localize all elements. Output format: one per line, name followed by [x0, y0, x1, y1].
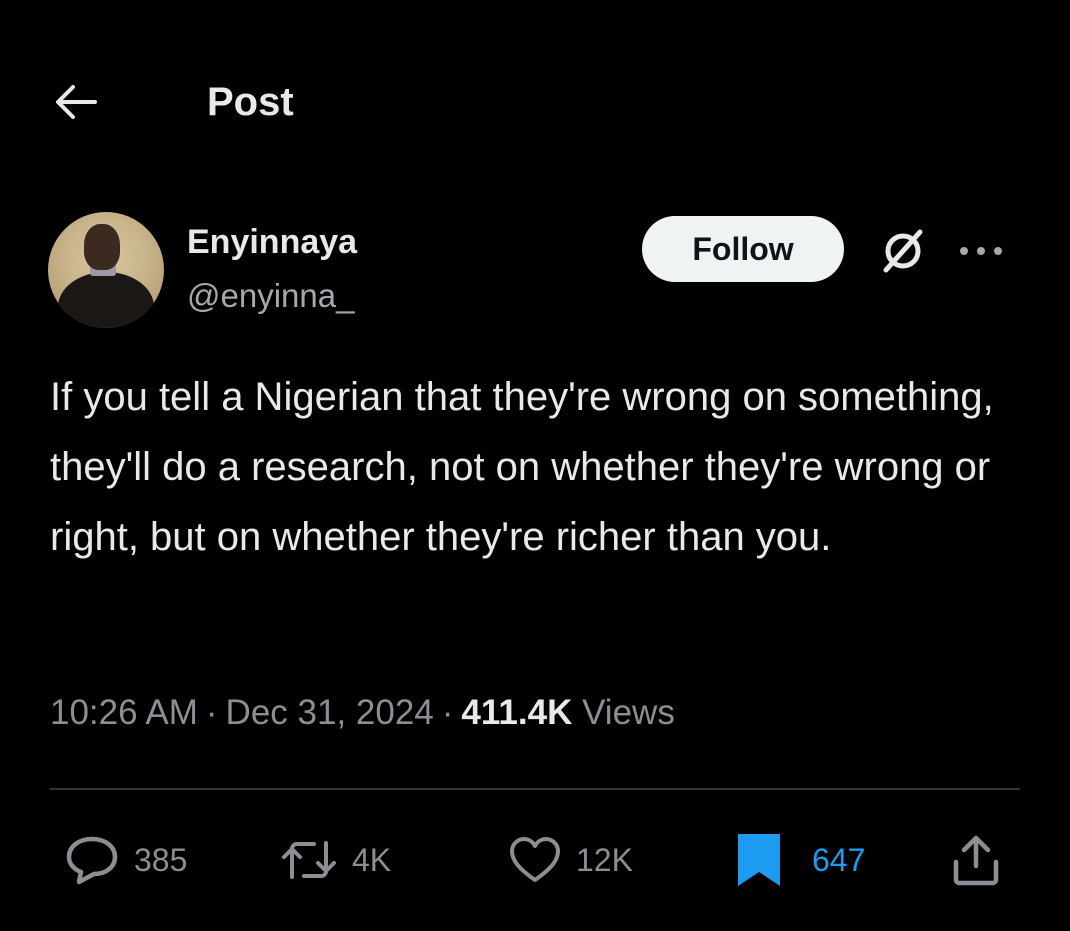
author-handle[interactable]: @enyinna_ [187, 276, 354, 316]
back-arrow-icon [56, 85, 97, 119]
share-icon [953, 835, 999, 886]
author-display-name[interactable]: Enyinnaya [187, 222, 357, 262]
post-date[interactable]: Dec 31, 2024 [226, 693, 434, 732]
reply-button[interactable]: 385 [64, 830, 187, 890]
page-title: Post [207, 80, 294, 124]
follow-button[interactable]: Follow [642, 216, 844, 282]
divider [50, 788, 1020, 790]
bookmark-count: 647 [812, 841, 866, 878]
grok-icon [883, 229, 923, 273]
post-metadata: 10:26 AM · Dec 31, 2024 · 411.4K Views [50, 688, 675, 738]
post-time[interactable]: 10:26 AM [50, 693, 198, 732]
repost-button[interactable]: 4K [280, 830, 391, 890]
action-bar: 385 4K 12K 647 [0, 820, 1070, 900]
repost-icon [282, 841, 336, 879]
reply-icon [66, 836, 118, 885]
bookmark-button[interactable]: 647 [736, 830, 865, 890]
repost-count: 4K [352, 841, 392, 878]
bookmark-icon [738, 834, 780, 886]
more-options-button[interactable] [946, 220, 1016, 282]
like-count: 12K [576, 841, 633, 878]
grok-button[interactable] [872, 220, 934, 282]
share-button[interactable] [948, 830, 1004, 890]
views-label[interactable]: Views [582, 693, 675, 732]
reply-count: 385 [134, 841, 188, 878]
like-button[interactable]: 12K [508, 830, 633, 890]
more-icon [960, 247, 1002, 255]
meta-separator: · [205, 693, 218, 732]
post-author: Enyinnaya @enyinna_ Follow [48, 208, 1038, 328]
back-button[interactable] [48, 78, 104, 126]
meta-separator: · [441, 693, 454, 732]
top-bar: Post [0, 60, 1070, 144]
avatar[interactable] [48, 212, 164, 328]
like-icon [510, 837, 560, 882]
views-count[interactable]: 411.4K [461, 693, 572, 732]
post-text: If you tell a Nigerian that they're wron… [50, 375, 994, 559]
